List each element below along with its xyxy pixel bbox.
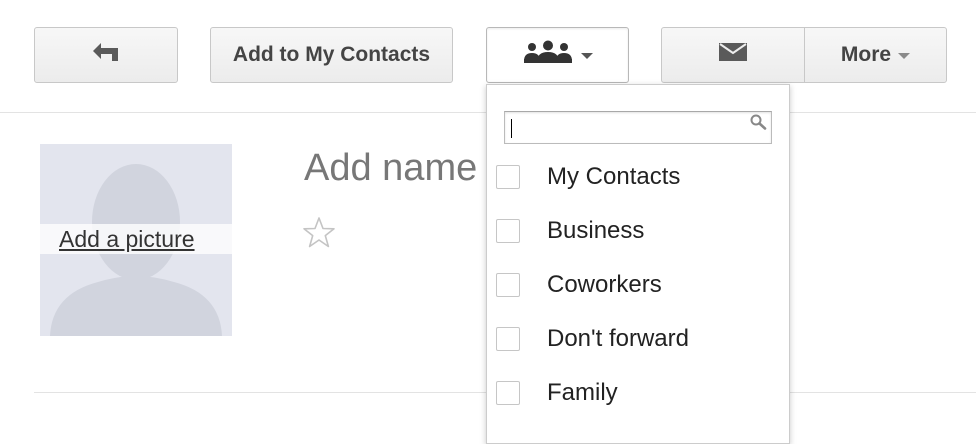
group-checkbox[interactable] — [496, 273, 520, 297]
group-label: Don't forward — [547, 325, 689, 352]
envelope-icon — [718, 41, 748, 69]
group-search-input[interactable] — [505, 112, 771, 143]
people-group-icon — [523, 40, 573, 70]
back-arrow-icon — [90, 41, 122, 69]
group-item-dont-forward[interactable]: Don't forward — [487, 313, 789, 367]
star-outline-icon[interactable] — [301, 215, 337, 256]
magnifier-icon — [748, 113, 768, 136]
add-name-field[interactable]: Add name — [304, 147, 477, 190]
add-to-my-contacts-button[interactable]: Add to My Contacts — [210, 27, 453, 83]
groups-dropdown-menu: My Contacts Business Coworkers Don't for… — [486, 84, 790, 444]
groups-dropdown-button[interactable] — [486, 27, 629, 83]
more-button[interactable]: More — [805, 28, 946, 82]
group-label: Family — [547, 379, 618, 406]
add-to-my-contacts-label: Add to My Contacts — [232, 43, 431, 66]
group-item-family[interactable]: Family — [487, 367, 789, 421]
group-checkbox[interactable] — [496, 381, 520, 405]
group-checkbox[interactable] — [496, 219, 520, 243]
more-label: More — [840, 43, 892, 66]
group-item-coworkers[interactable]: Coworkers — [487, 259, 789, 313]
group-label: Business — [547, 217, 645, 244]
group-checkbox[interactable] — [496, 165, 520, 189]
chevron-down-icon — [580, 53, 593, 59]
chevron-down-icon — [898, 53, 911, 59]
add-picture-link[interactable]: Add a picture — [59, 226, 195, 253]
group-item-my-contacts[interactable]: My Contacts — [487, 151, 789, 205]
group-checkbox[interactable] — [496, 327, 520, 351]
email-more-button-group: More — [661, 27, 947, 83]
group-label: My Contacts — [547, 163, 681, 190]
group-item-business[interactable]: Business — [487, 205, 789, 259]
back-button[interactable] — [34, 27, 178, 83]
group-search-box — [504, 111, 772, 144]
email-button[interactable] — [662, 28, 805, 82]
group-label: Coworkers — [547, 271, 662, 298]
text-cursor — [511, 119, 512, 138]
contact-photo-placeholder[interactable]: Add a picture — [40, 144, 232, 336]
